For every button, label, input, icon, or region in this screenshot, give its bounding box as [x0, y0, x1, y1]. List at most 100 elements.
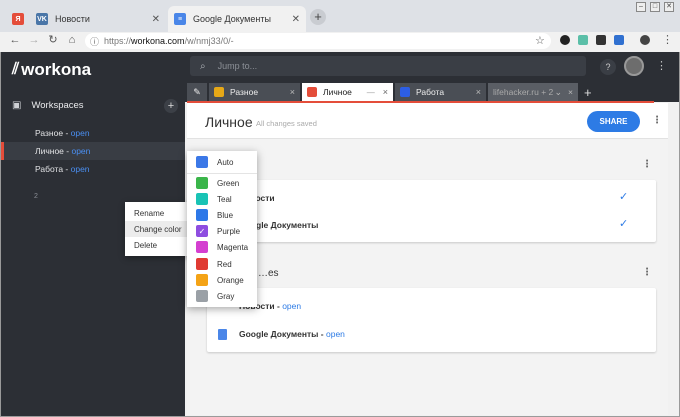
briefcase-icon: ▣	[12, 100, 22, 111]
sidebar-item-rabota[interactable]: Работа - open	[1, 160, 185, 178]
item-status[interactable]: open	[282, 301, 301, 311]
bookmark-star-icon[interactable]: ☆	[535, 34, 545, 47]
url-host: workona.com	[131, 36, 185, 46]
tab-lifehacker[interactable]: lifehacker.ru + 2 ⌄ ×	[488, 83, 578, 101]
maximize-button[interactable]: □	[650, 2, 660, 12]
menu-item-delete[interactable]: Delete	[125, 237, 187, 253]
browser-tab-news[interactable]: VK Новости ✕	[30, 6, 166, 32]
sidebar-item-raznoe[interactable]: Разное - open	[1, 124, 185, 142]
avatar[interactable]	[624, 56, 644, 76]
color-option-label: Green	[217, 178, 240, 188]
workspace-color-icon	[214, 87, 224, 97]
app-menu-icon[interactable]: ⋮	[656, 59, 667, 72]
workspaces-heading-label: Workspaces	[31, 100, 84, 111]
tab-lichnoe[interactable]: Личное — ×	[302, 83, 393, 101]
tab-raznoe[interactable]: Разное ×	[209, 83, 300, 101]
extension-icon[interactable]	[614, 35, 624, 45]
search-input[interactable]: ⌕ Jump to...	[190, 56, 586, 76]
color-option-label: Magenta	[217, 242, 249, 252]
workspace-name: Личное	[35, 146, 64, 156]
minimize-icon[interactable]: —	[367, 88, 375, 97]
color-option-auto[interactable]: Auto	[187, 154, 257, 170]
add-tab-button[interactable]: +	[584, 85, 592, 100]
color-option-label: Red	[217, 259, 232, 269]
color-option-teal[interactable]: Teal	[187, 191, 257, 207]
close-icon[interactable]: ×	[568, 87, 573, 97]
search-icon: ⌕	[200, 60, 206, 72]
chevron-down-icon[interactable]: ⌄	[554, 87, 562, 98]
workspace-status: open	[70, 164, 90, 174]
close-icon[interactable]: ×	[383, 87, 388, 97]
help-button[interactable]: ?	[600, 59, 616, 75]
more-menu-icon[interactable]: ⋮	[662, 33, 673, 46]
section-title: …es	[258, 268, 279, 279]
color-option-label: Orange	[217, 275, 244, 285]
profile-icon[interactable]	[640, 35, 650, 45]
add-workspace-button[interactable]: +	[164, 99, 178, 113]
back-arrow-icon[interactable]: ←	[8, 33, 22, 47]
color-option-gray[interactable]: Gray	[187, 288, 257, 304]
close-icon[interactable]: ×	[476, 87, 481, 97]
section-menu-icon[interactable]: ⋮	[642, 159, 652, 170]
pin-tab[interactable]: ✎	[187, 83, 207, 101]
list-item[interactable]: Google Документы	[207, 212, 656, 238]
url-path: /w/nmj33/0/-	[184, 36, 234, 46]
new-tab-button[interactable]: +	[310, 9, 326, 25]
address-bar[interactable]: ⓘ https:// workona.com /w/nmj33/0/-	[85, 33, 551, 49]
color-option-orange[interactable]: Orange	[187, 272, 257, 288]
check-icon: ✓	[619, 218, 629, 230]
section-menu-icon[interactable]: ⋮	[642, 267, 652, 278]
extension-icon[interactable]	[596, 35, 606, 45]
workona-logo: ⫽ workona	[12, 60, 91, 80]
workspace-content	[187, 103, 668, 415]
tab-label: lifehacker.ru + 2	[493, 87, 554, 97]
list-item[interactable]: Новости - open	[207, 293, 656, 319]
close-icon[interactable]: ✕	[152, 14, 160, 25]
color-option-label: Teal	[217, 194, 232, 204]
sidebar-item-lichnoe[interactable]: Личное - open	[1, 142, 185, 160]
page-title[interactable]: Личное	[205, 114, 253, 130]
color-option-purple[interactable]: ✓ Purple	[187, 223, 257, 239]
reload-icon[interactable]: ↻	[46, 33, 60, 47]
list-item[interactable]: Google Документы - open	[207, 321, 656, 347]
workspace-status: open	[71, 146, 91, 156]
tab-label: Разное	[230, 87, 259, 97]
search-placeholder: Jump to...	[217, 61, 258, 71]
item-status[interactable]: open	[326, 329, 345, 339]
color-option-label: Auto	[217, 157, 234, 167]
color-option-green[interactable]: Green	[187, 175, 257, 191]
browser-tab-workona[interactable]: Я	[6, 6, 28, 32]
workspaces-heading: ▣ Workspaces	[12, 100, 84, 111]
tab-rabota[interactable]: Работа ×	[395, 83, 486, 101]
workspace-status: open	[70, 128, 90, 138]
workspace-color-icon	[400, 87, 410, 97]
home-icon[interactable]: ⌂	[65, 33, 79, 47]
color-option-magenta[interactable]: Magenta	[187, 239, 257, 255]
browser-tab-docs[interactable]: ≡ Google Документы ✕	[168, 6, 306, 32]
color-option-label: Purple	[217, 226, 241, 236]
save-status: All changes saved	[256, 119, 317, 128]
list-item[interactable]: Новости	[207, 185, 656, 211]
url-protocol: https://	[104, 36, 132, 46]
forward-arrow-icon[interactable]: →	[27, 33, 41, 47]
close-icon[interactable]: ✕	[292, 14, 300, 25]
tab-label: Работа	[416, 87, 445, 97]
color-swatch	[196, 274, 208, 286]
minimize-button[interactable]: –	[636, 2, 646, 12]
workspace-menu-icon[interactable]: ⋮	[652, 115, 662, 126]
close-window-button[interactable]: ✕	[664, 2, 674, 12]
color-swatch	[196, 241, 208, 253]
color-option-red[interactable]: Red	[187, 256, 257, 272]
extension-icon[interactable]	[560, 35, 570, 45]
close-icon[interactable]: ×	[290, 87, 295, 97]
info-icon[interactable]: ⓘ	[90, 35, 99, 48]
menu-item-rename[interactable]: Rename	[125, 205, 187, 221]
color-option-label: Gray	[217, 291, 235, 301]
browser-tab-label: Новости	[55, 14, 90, 24]
color-option-blue[interactable]: Blue	[187, 207, 257, 223]
sidebar-count: 2	[34, 193, 38, 200]
menu-item-change-color[interactable]: Change color	[125, 221, 187, 237]
share-button[interactable]: SHARE	[587, 111, 640, 132]
extension-icon[interactable]	[578, 35, 588, 45]
browser-tab-label: Google Документы	[193, 14, 271, 24]
